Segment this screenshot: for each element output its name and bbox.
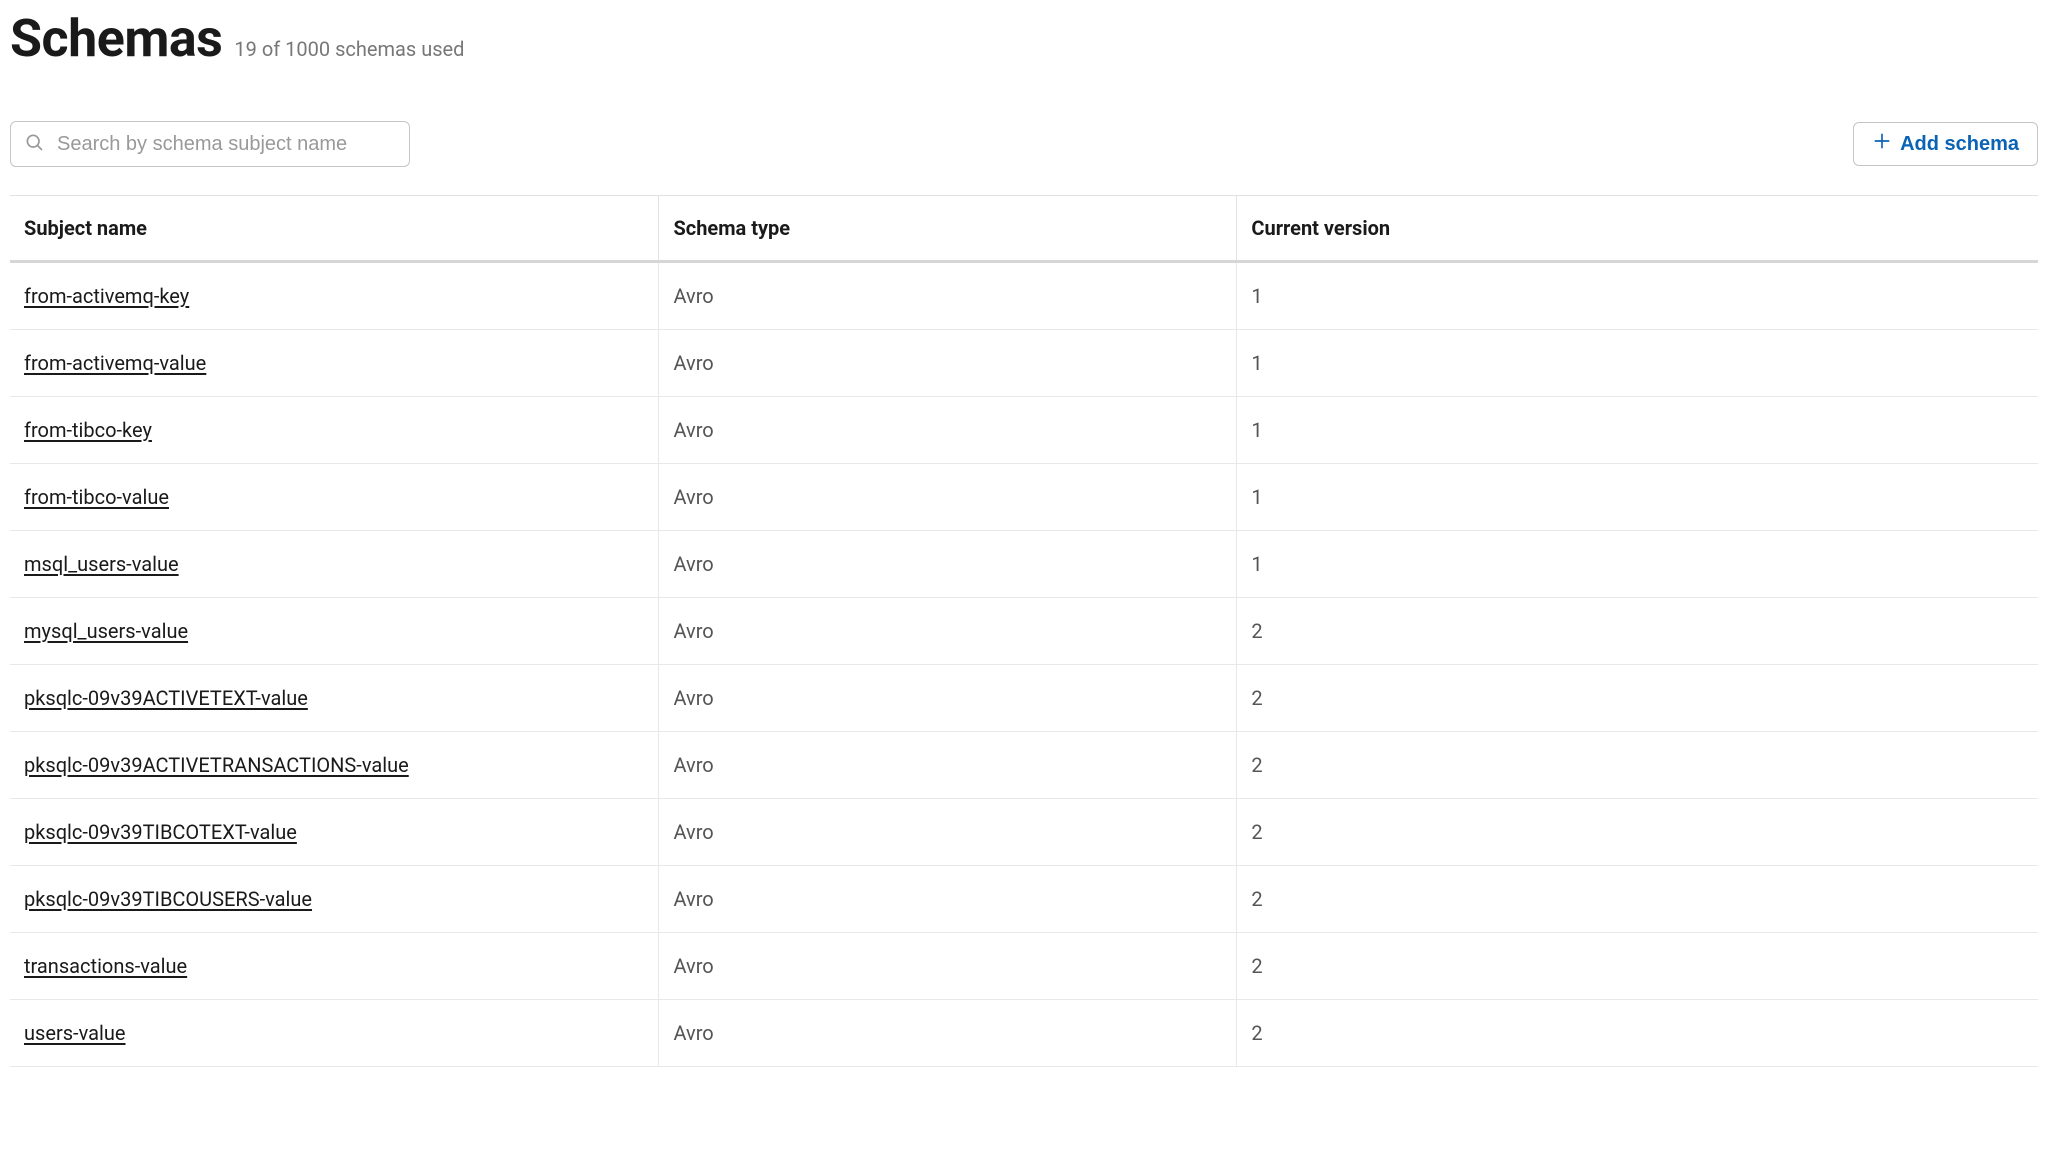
cell-type: Avro [659, 397, 1237, 464]
column-header-version[interactable]: Current version [1237, 196, 2038, 262]
column-header-subject[interactable]: Subject name [10, 196, 659, 262]
subject-link[interactable]: from-tibco-key [24, 418, 152, 442]
cell-type: Avro [659, 464, 1237, 531]
subject-link[interactable]: from-activemq-key [24, 284, 189, 308]
cell-subject: pksqlc-09v39TIBCOUSERS-value [10, 866, 659, 933]
cell-version: 1 [1237, 262, 2038, 330]
cell-subject: msql_users-value [10, 531, 659, 598]
subject-link[interactable]: mysql_users-value [24, 619, 188, 643]
cell-subject: from-tibco-value [10, 464, 659, 531]
cell-type: Avro [659, 933, 1237, 1000]
page-subtitle: 19 of 1000 schemas used [234, 37, 464, 61]
subject-link[interactable]: msql_users-value [24, 552, 179, 576]
cell-subject: pksqlc-09v39ACTIVETEXT-value [10, 665, 659, 732]
cell-type: Avro [659, 866, 1237, 933]
add-schema-label: Add schema [1900, 133, 2019, 156]
subject-link[interactable]: from-tibco-value [24, 485, 169, 509]
cell-subject: pksqlc-09v39TIBCOTEXT-value [10, 799, 659, 866]
table-row: from-activemq-value Avro1 [10, 330, 2038, 397]
column-header-type[interactable]: Schema type [659, 196, 1237, 262]
table-row: from-tibco-value Avro1 [10, 464, 2038, 531]
cell-subject: mysql_users-value [10, 598, 659, 665]
table-row: mysql_users-value Avro2 [10, 598, 2038, 665]
page-header: Schemas 19 of 1000 schemas used [10, 8, 2038, 69]
subject-link[interactable]: pksqlc-09v39TIBCOTEXT-value [24, 820, 297, 844]
cell-version: 2 [1237, 598, 2038, 665]
cell-subject: users-value [10, 1000, 659, 1067]
cell-version: 2 [1237, 933, 2038, 1000]
table-row: transactions-value Avro2 [10, 933, 2038, 1000]
subject-link[interactable]: users-value [24, 1021, 126, 1045]
cell-type: Avro [659, 598, 1237, 665]
table-row: msql_users-value Avro1 [10, 531, 2038, 598]
cell-subject: transactions-value [10, 933, 659, 1000]
toolbar: Add schema [10, 121, 2038, 167]
cell-version: 1 [1237, 330, 2038, 397]
search-input[interactable] [10, 121, 410, 167]
cell-type: Avro [659, 665, 1237, 732]
table-row: from-activemq-key Avro1 [10, 262, 2038, 330]
table-row: pksqlc-09v39ACTIVETEXT-value Avro2 [10, 665, 2038, 732]
cell-subject: from-activemq-value [10, 330, 659, 397]
subject-link[interactable]: pksqlc-09v39ACTIVETRANSACTIONS-value [24, 753, 409, 777]
cell-version: 2 [1237, 866, 2038, 933]
cell-version: 1 [1237, 464, 2038, 531]
cell-subject: from-activemq-key [10, 262, 659, 330]
cell-version: 2 [1237, 665, 2038, 732]
plus-icon [1872, 131, 1892, 157]
add-schema-button[interactable]: Add schema [1853, 122, 2038, 166]
cell-version: 2 [1237, 732, 2038, 799]
cell-type: Avro [659, 262, 1237, 330]
schemas-table: Subject name Schema type Current version… [10, 195, 2038, 1067]
cell-subject: pksqlc-09v39ACTIVETRANSACTIONS-value [10, 732, 659, 799]
cell-type: Avro [659, 330, 1237, 397]
cell-version: 2 [1237, 1000, 2038, 1067]
subject-link[interactable]: pksqlc-09v39ACTIVETEXT-value [24, 686, 308, 710]
search-wrap [10, 121, 410, 167]
cell-version: 2 [1237, 799, 2038, 866]
subject-link[interactable]: pksqlc-09v39TIBCOUSERS-value [24, 887, 312, 911]
page-title: Schemas [10, 8, 222, 69]
cell-type: Avro [659, 531, 1237, 598]
subject-link[interactable]: transactions-value [24, 954, 187, 978]
subject-link[interactable]: from-activemq-value [24, 351, 206, 375]
cell-type: Avro [659, 732, 1237, 799]
cell-version: 1 [1237, 397, 2038, 464]
table-row: users-value Avro2 [10, 1000, 2038, 1067]
cell-type: Avro [659, 799, 1237, 866]
cell-version: 1 [1237, 531, 2038, 598]
table-row: from-tibco-key Avro1 [10, 397, 2038, 464]
table-row: pksqlc-09v39TIBCOUSERS-value Avro2 [10, 866, 2038, 933]
cell-subject: from-tibco-key [10, 397, 659, 464]
table-row: pksqlc-09v39TIBCOTEXT-value Avro2 [10, 799, 2038, 866]
cell-type: Avro [659, 1000, 1237, 1067]
table-row: pksqlc-09v39ACTIVETRANSACTIONS-value Avro… [10, 732, 2038, 799]
